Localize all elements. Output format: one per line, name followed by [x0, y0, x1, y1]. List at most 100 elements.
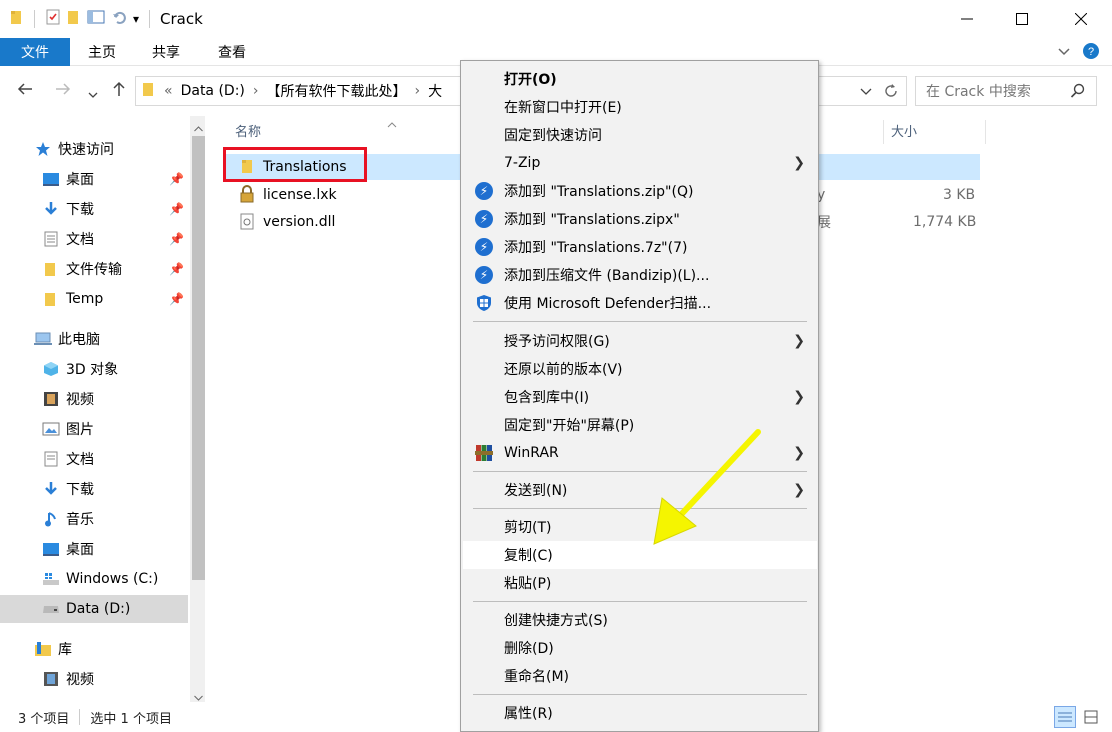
sidebar-scrollbar[interactable]: [190, 116, 205, 702]
breadcrumb-item[interactable]: 大: [428, 81, 442, 101]
help-icon[interactable]: ?: [1082, 42, 1100, 64]
chevron-right-icon[interactable]: ›: [415, 83, 421, 99]
new-folder-icon[interactable]: [67, 9, 81, 29]
bandizip-icon: ⚡: [475, 210, 493, 228]
sidebar-item-documents[interactable]: 文档 📌: [0, 225, 188, 253]
breadcrumb-item[interactable]: Data (D:): [181, 83, 245, 99]
chevron-right-icon[interactable]: ›: [253, 83, 259, 99]
sidebar-item-drive-d[interactable]: Data (D:): [0, 595, 188, 623]
sidebar-item-label: 音乐: [66, 512, 94, 528]
menu-item-label: 剪切(T): [504, 520, 552, 536]
selected-count: 选中 1 个项目: [90, 711, 172, 727]
undo-icon[interactable]: [111, 9, 127, 29]
large-icons-view-button[interactable]: [1080, 706, 1102, 728]
tab-home[interactable]: 主页: [88, 38, 116, 66]
menu-item-label: 粘贴(P): [504, 576, 552, 592]
menu-item-defender-scan[interactable]: 使用 Microsoft Defender扫描...: [463, 289, 817, 317]
menu-item-rename[interactable]: 重命名(M): [463, 662, 817, 690]
forward-arrow-icon[interactable]: [54, 80, 72, 102]
maximize-button[interactable]: [999, 0, 1045, 38]
sidebar-item-3d-objects[interactable]: 3D 对象: [0, 355, 188, 383]
pin-icon[interactable]: 📌: [169, 262, 184, 276]
pin-icon[interactable]: 📌: [169, 232, 184, 246]
tab-file[interactable]: 文件: [0, 38, 70, 66]
close-button[interactable]: [1058, 0, 1104, 38]
menu-item-pin-quick-access[interactable]: 固定到快速访问: [463, 121, 817, 149]
menu-item-add-7z[interactable]: ⚡ 添加到 "Translations.7z"(7): [463, 233, 817, 261]
menu-item-add-zipx[interactable]: ⚡ 添加到 "Translations.zipx": [463, 205, 817, 233]
menu-item-properties[interactable]: 属性(R): [463, 699, 817, 727]
tab-view[interactable]: 查看: [218, 38, 246, 66]
sidebar-item-label: 此电脑: [58, 332, 100, 348]
sidebar-item-this-pc[interactable]: 此电脑: [0, 325, 188, 353]
menu-item-open-new-window[interactable]: 在新窗口中打开(E): [463, 93, 817, 121]
winrar-icon: [475, 444, 493, 462]
menu-item-include-library[interactable]: 包含到库中(I) ❯: [463, 383, 817, 411]
search-icon[interactable]: [1070, 83, 1086, 103]
view-pane-icon[interactable]: [87, 9, 105, 29]
breadcrumb-item[interactable]: 【所有软件下载此处】: [267, 81, 407, 101]
properties-icon[interactable]: [45, 9, 61, 29]
refresh-icon[interactable]: [882, 82, 900, 104]
menu-item-open[interactable]: 打开(O): [463, 65, 817, 93]
sidebar-item-downloads-pc[interactable]: 下载: [0, 475, 188, 503]
menu-item-label: 创建快捷方式(S): [504, 613, 608, 629]
details-view-button[interactable]: [1054, 706, 1076, 728]
menu-item-add-archive-bandizip[interactable]: ⚡ 添加到压缩文件 (Bandizip)(L)...: [463, 261, 817, 289]
sidebar-item-file-transfer[interactable]: 文件传输 📌: [0, 255, 188, 283]
sidebar-item-library-videos[interactable]: 视频: [0, 665, 188, 693]
menu-item-label: 固定到快速访问: [504, 128, 602, 144]
menu-item-give-access[interactable]: 授予访问权限(G) ❯: [463, 327, 817, 355]
menu-item-paste[interactable]: 粘贴(P): [463, 569, 817, 597]
scroll-up-icon[interactable]: [194, 120, 203, 136]
sidebar-item-temp[interactable]: Temp 📌: [0, 285, 188, 313]
lock-file-icon: [239, 185, 255, 207]
column-divider[interactable]: [985, 120, 986, 144]
up-arrow-icon[interactable]: [110, 80, 128, 102]
menu-item-label: 授予访问权限(G): [504, 334, 610, 350]
sidebar-item-documents-pc[interactable]: 文档: [0, 445, 188, 473]
sidebar-item-music[interactable]: 音乐: [0, 505, 188, 533]
desktop-icon: [42, 170, 60, 188]
back-arrow-icon[interactable]: [16, 80, 34, 102]
menu-item-create-shortcut[interactable]: 创建快捷方式(S): [463, 606, 817, 634]
sidebar-item-quick-access[interactable]: 快速访问: [0, 135, 188, 163]
scrollbar-thumb[interactable]: [192, 136, 205, 580]
sidebar-item-desktop[interactable]: 桌面 📌: [0, 165, 188, 193]
menu-item-add-zip[interactable]: ⚡ 添加到 "Translations.zip"(Q): [463, 177, 817, 205]
pin-icon[interactable]: 📌: [169, 172, 184, 186]
menu-item-label: 添加到 "Translations.zip"(Q): [504, 184, 694, 200]
menu-item-label: 在新窗口中打开(E): [504, 100, 622, 116]
sidebar-item-videos[interactable]: 视频: [0, 385, 188, 413]
divider: [79, 709, 81, 725]
bandizip-icon: ⚡: [475, 266, 493, 284]
qat-dropdown-icon[interactable]: ▾: [133, 12, 139, 26]
sidebar-item-drive-c[interactable]: Windows (C:): [0, 565, 188, 593]
tab-share[interactable]: 共享: [152, 38, 180, 66]
pin-icon[interactable]: 📌: [169, 292, 184, 306]
svg-text:?: ?: [1088, 46, 1094, 58]
menu-item-restore-versions[interactable]: 还原以前的版本(V): [463, 355, 817, 383]
menu-item-delete[interactable]: 删除(D): [463, 634, 817, 662]
pin-icon[interactable]: 📌: [169, 202, 184, 216]
breadcrumb-overflow[interactable]: «: [164, 83, 173, 99]
sidebar-item-desktop-pc[interactable]: 桌面: [0, 535, 188, 563]
scroll-down-icon[interactable]: [194, 689, 203, 702]
sidebar-item-label: 库: [58, 642, 72, 658]
column-header-name[interactable]: 名称: [235, 116, 261, 144]
sidebar-item-pictures[interactable]: 图片: [0, 415, 188, 443]
sidebar-item-downloads[interactable]: 下载 📌: [0, 195, 188, 223]
search-input[interactable]: 在 Crack 中搜索: [915, 76, 1097, 106]
menu-item-7zip[interactable]: 7-Zip ❯: [463, 149, 817, 177]
film-icon: [42, 390, 60, 408]
minimize-button[interactable]: [944, 0, 990, 38]
address-dropdown-icon[interactable]: [860, 85, 872, 101]
sidebar-item-library[interactable]: 库: [0, 635, 188, 663]
drive-icon: [42, 600, 60, 618]
menu-item-label: 使用 Microsoft Defender扫描...: [504, 296, 712, 312]
chevron-down-icon[interactable]: [1058, 45, 1070, 61]
column-divider[interactable]: [883, 120, 884, 144]
recent-dropdown-icon[interactable]: [88, 84, 98, 103]
bandizip-icon: ⚡: [475, 182, 493, 200]
column-header-size[interactable]: 大小: [891, 116, 917, 144]
